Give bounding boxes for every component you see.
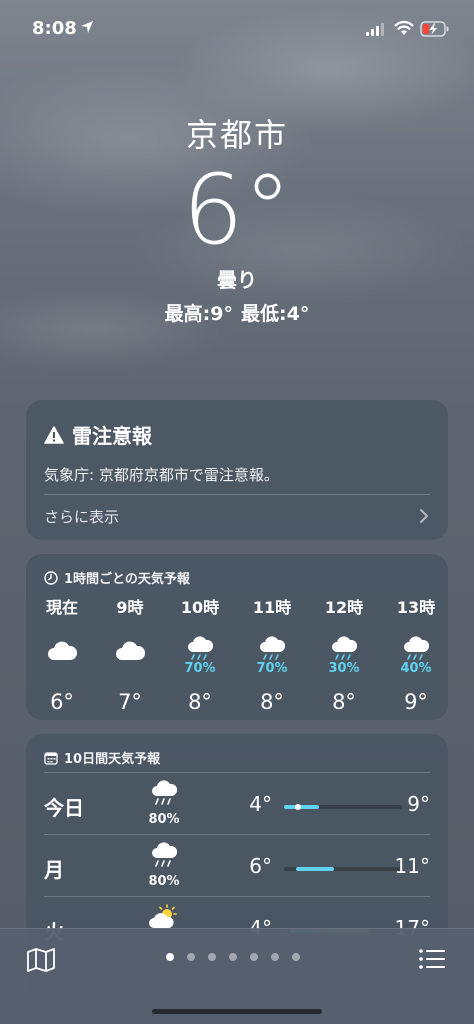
location-arrow-icon <box>81 21 93 33</box>
temperature-range-fill <box>295 867 334 871</box>
status-bar: 8:08 <box>0 0 474 56</box>
low-temperature: 6° <box>249 854 272 878</box>
clock-icon <box>44 570 58 585</box>
divider <box>44 896 430 897</box>
divider <box>44 772 430 773</box>
hour-temperature: 8° <box>188 690 212 714</box>
cloud-rain-icon <box>152 842 178 867</box>
hourly-item: 9時 7° <box>100 594 160 714</box>
current-temperature: 6° <box>182 154 292 266</box>
precip-chance <box>32 662 92 676</box>
alert-body: 気象庁: 京都府京都市で雷注意報。 <box>44 466 279 484</box>
current-temperature-dot <box>295 804 302 810</box>
page-dot[interactable] <box>208 953 216 961</box>
hourly-item: 12時 30% 8° <box>314 594 374 714</box>
hourly-item: 11時 70% 8° <box>242 594 302 714</box>
page-dot[interactable] <box>229 953 237 961</box>
calendar-icon <box>44 751 58 765</box>
current-weather-header: 京都市 6° 曇り 最高:9° 最低:4° <box>0 110 474 326</box>
ten-day-forecast-title: 10日間天気予報 <box>64 752 161 767</box>
home-indicator[interactable] <box>152 1009 322 1014</box>
hour-label: 現在 <box>45 598 78 617</box>
precip-chance: 70% <box>184 661 216 676</box>
precip-chance <box>100 662 160 676</box>
hourly-forecast-card[interactable]: 1時間ごとの天気予報 現在 6° 9時 7° 10時 70% 8° 11時 70… <box>26 554 448 720</box>
cloud-rain-icon <box>152 780 178 805</box>
hour-temperature: 8° <box>260 690 284 714</box>
cloud-rain-icon <box>260 636 286 660</box>
show-more-link[interactable]: さらに表示 <box>44 506 119 527</box>
page-dot[interactable] <box>187 953 195 961</box>
hour-temperature: 6° <box>50 690 74 714</box>
day-name: 今日 <box>44 796 84 820</box>
divider <box>44 834 430 835</box>
cloud-rain-icon <box>404 636 430 660</box>
severe-weather-alert-card[interactable]: 雷注意報 気象庁: 京都府京都市で雷注意報。 さらに表示 <box>26 400 448 540</box>
list-icon[interactable] <box>418 947 446 971</box>
map-icon[interactable] <box>26 947 56 973</box>
chevron-right-icon[interactable] <box>418 508 430 524</box>
wifi-icon <box>394 20 414 35</box>
high-temperature: 最高:9° <box>164 303 233 325</box>
temperature-range-fill <box>284 805 320 809</box>
high-low: 最高:9° 最低:4° <box>0 299 474 326</box>
city-name: 京都市 <box>185 116 288 154</box>
current-condition: 曇り <box>217 268 257 292</box>
alert-title-row: 雷注意報 <box>44 420 152 449</box>
temperature-range-bar <box>284 867 402 871</box>
page-dot[interactable] <box>271 953 279 961</box>
hourly-forecast-title: 1時間ごとの天気予報 <box>64 572 190 587</box>
cloud-rain-icon <box>332 636 358 660</box>
hour-label: 10時 <box>180 598 220 617</box>
cloud-icon <box>48 641 78 660</box>
page-dot[interactable] <box>292 953 300 961</box>
hour-temperature: 9° <box>404 690 428 714</box>
daily-row[interactable]: 今日 80% 4° 9° <box>44 774 430 836</box>
daily-row[interactable]: 月 80% 6° 11° <box>44 836 430 898</box>
ten-day-forecast-header: 10日間天気予報 <box>44 748 160 767</box>
precip-chance: 80% <box>148 812 180 827</box>
cellular-signal-icon <box>366 23 384 36</box>
hourly-item: 10時 70% 8° <box>170 594 230 714</box>
cloud-icon <box>116 641 146 660</box>
hour-label: 13時 <box>396 598 436 617</box>
bottom-toolbar <box>0 928 474 1024</box>
battery-charging-icon <box>420 21 449 37</box>
high-temperature: 11° <box>394 854 430 878</box>
page-dot[interactable] <box>250 953 258 961</box>
low-temperature: 最低:4° <box>241 303 310 325</box>
status-time: 8:08 <box>32 18 77 39</box>
temperature-range-bar <box>284 804 402 810</box>
cloud-rain-icon <box>188 636 214 660</box>
precip-chance: 30% <box>328 661 360 676</box>
hour-temperature: 8° <box>332 690 356 714</box>
hour-label: 12時 <box>324 598 364 617</box>
low-temperature: 4° <box>249 792 272 816</box>
high-temperature: 9° <box>407 792 430 816</box>
hourly-item: 13時 40% 9° <box>386 594 446 714</box>
precip-chance: 80% <box>148 874 180 889</box>
precip-chance: 40% <box>400 661 432 676</box>
hour-label: 9時 <box>116 598 144 617</box>
hourly-forecast-header: 1時間ごとの天気予報 <box>44 568 190 587</box>
day-name: 月 <box>44 858 64 882</box>
hour-temperature: 7° <box>118 690 142 714</box>
warning-icon <box>44 425 64 444</box>
precip-chance: 70% <box>256 661 288 676</box>
alert-title: 雷注意報 <box>72 424 152 448</box>
page-indicator[interactable] <box>166 953 313 961</box>
hour-label: 11時 <box>252 598 292 617</box>
page-dot[interactable] <box>166 953 174 961</box>
hourly-item: 現在 6° <box>32 594 92 714</box>
divider <box>44 494 430 495</box>
